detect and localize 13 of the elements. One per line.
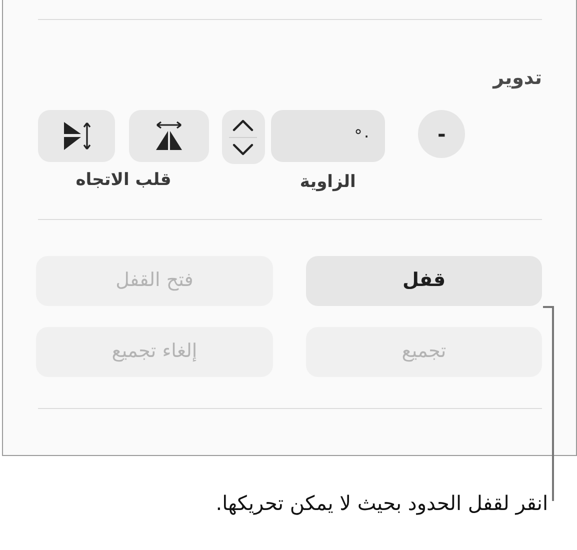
flip-vertical-button[interactable] [38, 110, 115, 162]
section-title: تدوير [491, 66, 542, 91]
flip-label: قلب الاتجاه [76, 169, 172, 192]
callout-text: انقر لقفل الحدود بحيث لا يمكن تحريكها. [214, 490, 548, 517]
angle-field[interactable]: ٠° [270, 110, 385, 162]
angle-label: الزاوية [298, 171, 357, 194]
action-button[interactable]: قفل [306, 256, 542, 306]
flip-horizontal-icon [153, 121, 185, 151]
stepper[interactable] [222, 110, 265, 164]
decrease-button[interactable]: - [418, 110, 465, 158]
flip-horizontal-button[interactable] [129, 110, 209, 162]
chevron-down-icon [231, 142, 256, 156]
chevron-up-icon [231, 118, 256, 132]
